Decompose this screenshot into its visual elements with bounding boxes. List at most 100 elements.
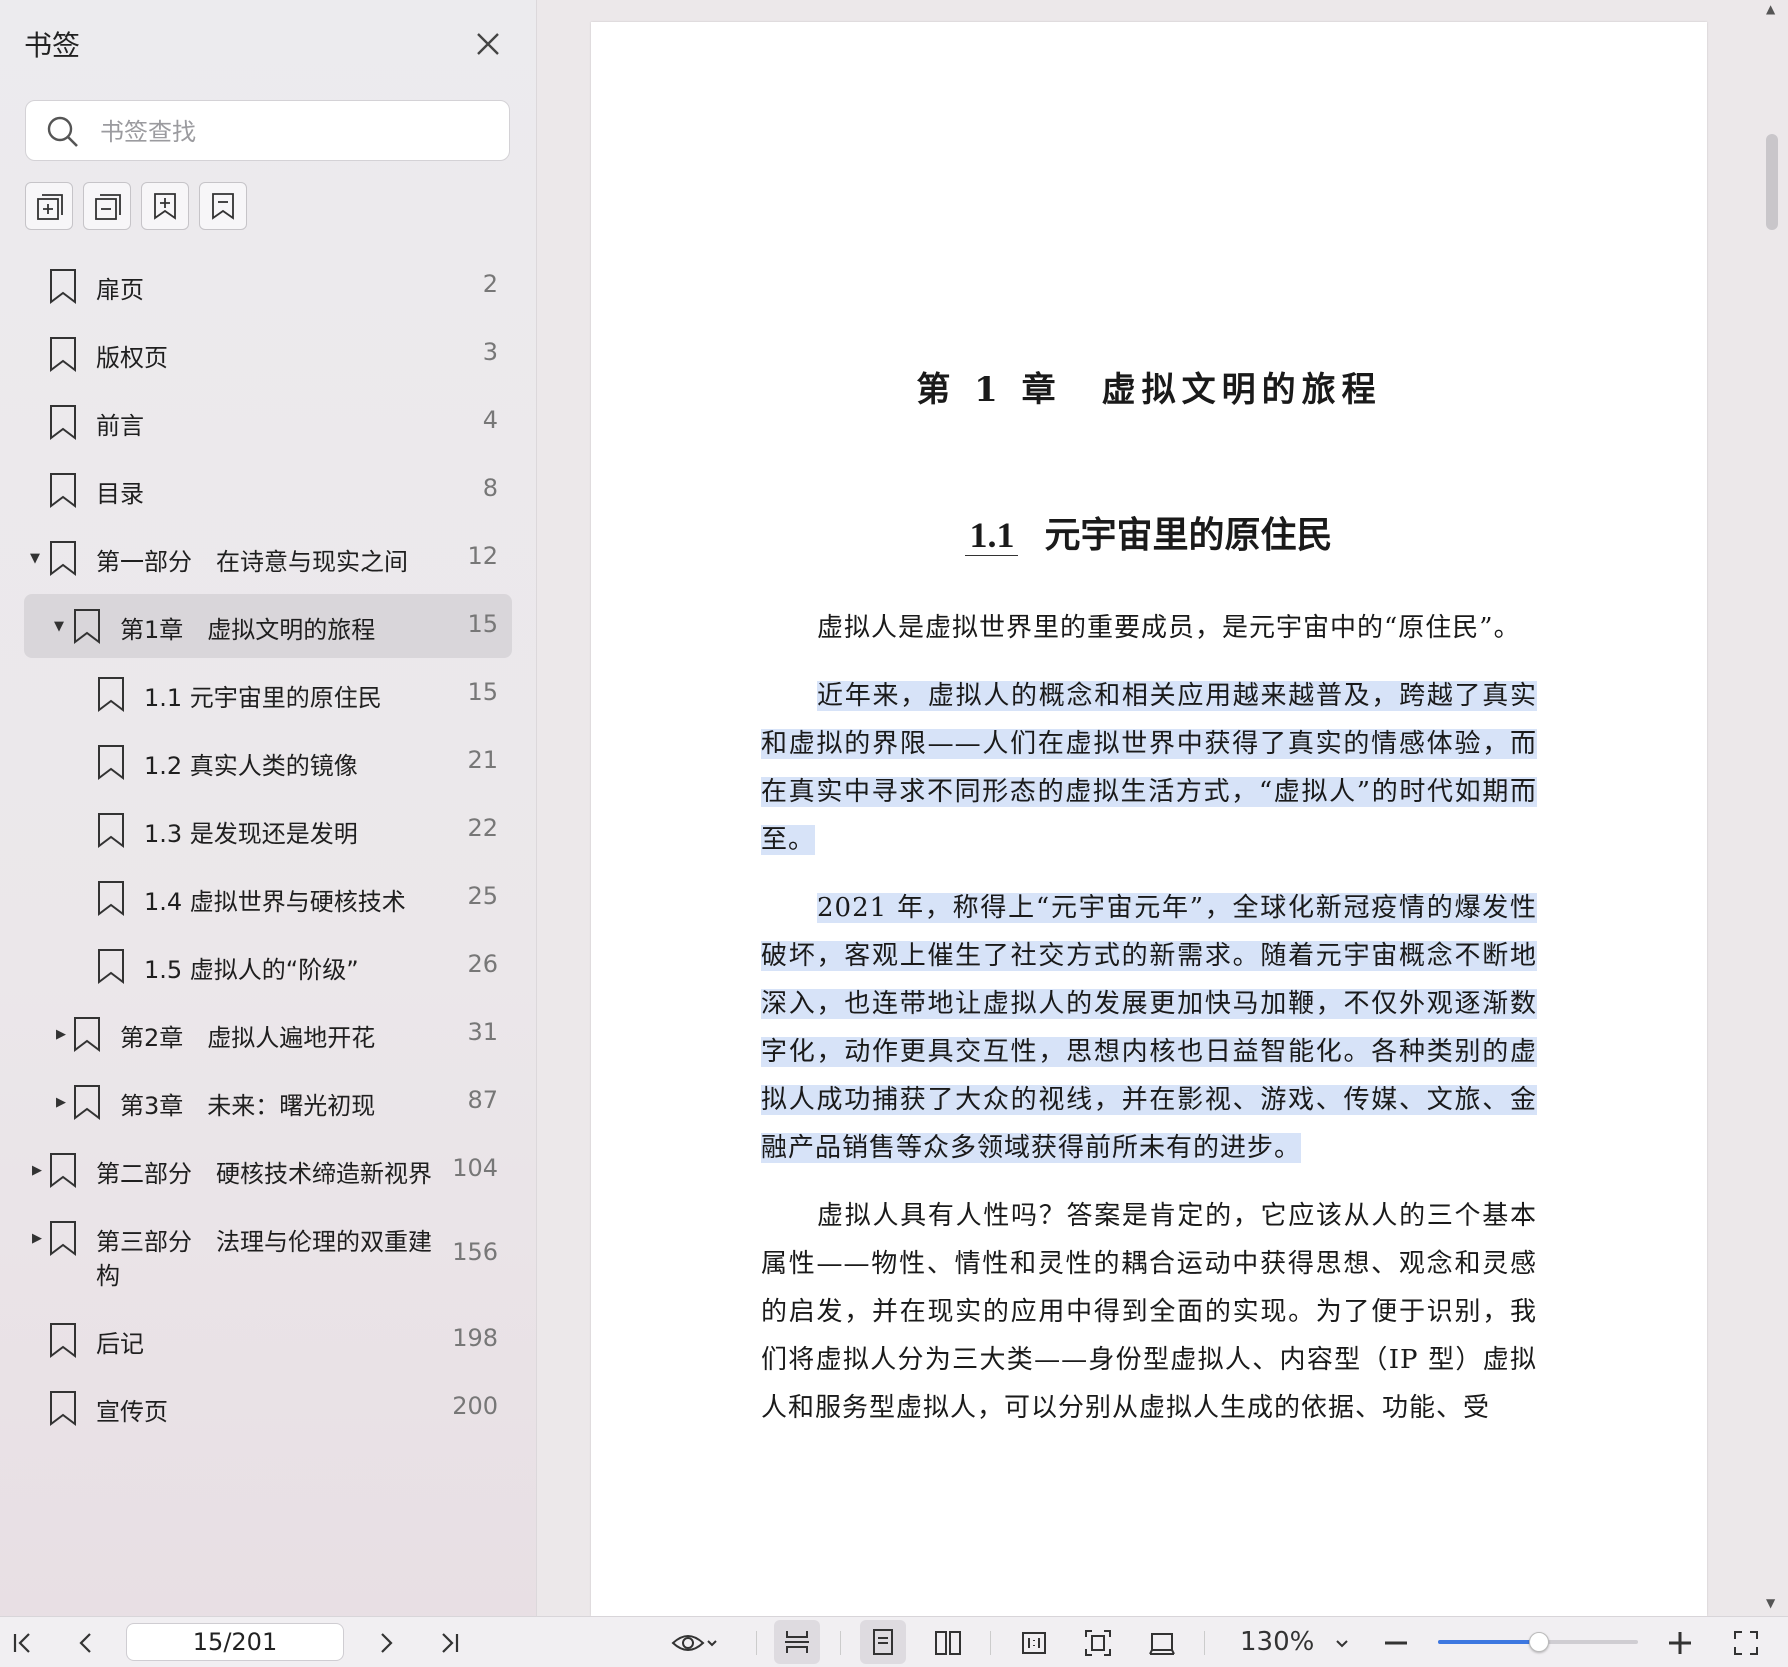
- last-page-icon: [442, 1633, 459, 1653]
- fullscreen-icon: [1734, 1631, 1758, 1655]
- bookmark-item-chapter1[interactable]: ▼ 第1章 虚拟文明的旅程 15: [0, 594, 536, 660]
- bookmark-item[interactable]: 宣传页 200: [0, 1378, 536, 1442]
- zoom-level: 130%: [1240, 1627, 1315, 1657]
- bookmark-label: 第一部分 在诗意与现实之间: [96, 548, 408, 576]
- collapse-all-icon: [95, 194, 121, 220]
- bookmark-label: 1.5 虚拟人的“阶级”: [144, 956, 359, 984]
- collapsed-arrow-icon[interactable]: ▶: [56, 1095, 70, 1110]
- expand-all-button[interactable]: [25, 182, 73, 230]
- bookmark-icon: [98, 881, 124, 916]
- paragraph[interactable]: 虚拟人具有人性吗？答案是肯定的，它应该从人的三个基本属性——物性、情性和灵性的耦…: [761, 1192, 1537, 1432]
- search-input[interactable]: [98, 109, 492, 155]
- bookmark-icon: [50, 405, 76, 440]
- document-viewport[interactable]: 第 1 章 虚拟文明的旅程 1.1 元宇宙里的原住民 虚拟人是虚拟世界里的重要成员…: [537, 0, 1788, 1616]
- bookmark-label: 宣传页: [96, 1398, 168, 1426]
- selected-text: 2021 年，称得上“元宇宙元年”，全球化新冠疫情的爆发性破坏，客观上催生了社交…: [761, 893, 1537, 1163]
- page-number-input[interactable]: [126, 1623, 344, 1661]
- fit-page-button[interactable]: [1080, 1625, 1116, 1661]
- zoom-out-button[interactable]: [1378, 1625, 1414, 1661]
- bookmark-item[interactable]: 1.4 虚拟世界与硬核技术 25: [0, 868, 536, 932]
- bookmark-item[interactable]: 扉页 2: [0, 256, 536, 320]
- previous-page-button[interactable]: [68, 1625, 104, 1661]
- search-icon: [46, 115, 80, 149]
- vertical-scrollbar[interactable]: ▲ ▼: [1758, 0, 1788, 1616]
- bookmark-toolbar: [25, 182, 247, 230]
- bookmark-label: 第二部分 硬核技术缔造新视界: [96, 1160, 432, 1188]
- expanded-arrow-icon[interactable]: ▼: [54, 619, 68, 634]
- bookmark-page: 104: [452, 1154, 498, 1182]
- bookmark-page-button[interactable]: [199, 182, 247, 230]
- fullscreen-button[interactable]: [1728, 1625, 1764, 1661]
- zoom-dropdown-button[interactable]: [1324, 1625, 1360, 1661]
- paragraph-text: 虚拟人是虚拟世界里的重要成员，是元宇宙中的“原住民”。: [817, 613, 1521, 643]
- bookmark-icon: [98, 813, 124, 848]
- bookmark-page: 25: [467, 882, 498, 910]
- bookmark-item-chapter3[interactable]: ▶ 第3章 未来：曙光初现 87: [0, 1072, 536, 1136]
- expanded-arrow-icon[interactable]: ▼: [30, 551, 44, 566]
- close-icon[interactable]: [470, 26, 506, 62]
- document-page[interactable]: 第 1 章 虚拟文明的旅程 1.1 元宇宙里的原住民 虚拟人是虚拟世界里的重要成员…: [591, 22, 1707, 1616]
- bookmark-page: 156: [452, 1238, 498, 1266]
- collapsed-arrow-icon[interactable]: ▶: [32, 1231, 46, 1246]
- zoom-slider-handle[interactable]: [1529, 1632, 1549, 1652]
- paragraph[interactable]: 虚拟人是虚拟世界里的重要成员，是元宇宙中的“原住民”。: [761, 604, 1537, 652]
- first-page-icon: [13, 1633, 30, 1653]
- bookmark-icon: [98, 677, 124, 712]
- first-page-button[interactable]: [4, 1625, 40, 1661]
- bookmark-icon: [50, 1391, 76, 1426]
- zoom-slider[interactable]: [1438, 1632, 1638, 1652]
- bookmark-page: 2: [482, 270, 498, 298]
- bookmark-item[interactable]: 1.2 真实人类的镜像 21: [0, 732, 536, 796]
- bookmark-label: 1.4 虚拟世界与硬核技术: [144, 888, 406, 916]
- chevron-left-icon: [79, 1633, 91, 1653]
- chevron-down-icon: [707, 1640, 717, 1647]
- bookmark-item[interactable]: 版权页 3: [0, 324, 536, 388]
- bookmark-item[interactable]: 1.3 是发现还是发明 22: [0, 800, 536, 864]
- bookmark-item[interactable]: 前言 4: [0, 392, 536, 456]
- selected-text: 近年来，虚拟人的概念和相关应用越来越普及，跨越了真实和虚拟的界限——人们在虚拟世…: [761, 681, 1537, 855]
- bookmark-item[interactable]: 目录 8: [0, 460, 536, 524]
- bookmark-item-chapter2[interactable]: ▶ 第2章 虚拟人遍地开花 31: [0, 1004, 536, 1068]
- bookmark-item-part3[interactable]: ▶ 第三部分 法理与伦理的双重建 构 156: [0, 1208, 536, 1304]
- view-mode-dropdown[interactable]: [664, 1625, 726, 1661]
- scroll-up-icon[interactable]: ▲: [1766, 2, 1775, 16]
- section-title: 1.1 元宇宙里的原住民: [591, 506, 1707, 558]
- single-page-button[interactable]: [860, 1620, 906, 1664]
- bookmark-item[interactable]: 1.1 元宇宙里的原住民 15: [0, 664, 536, 728]
- bookmark-item-part1[interactable]: ▼ 第一部分 在诗意与现实之间 12: [0, 528, 536, 592]
- add-bookmark-button[interactable]: [141, 182, 189, 230]
- bookmark-icon: [50, 1153, 76, 1188]
- actual-size-button[interactable]: [1016, 1625, 1052, 1661]
- zoom-in-button[interactable]: [1662, 1625, 1698, 1661]
- bookmark-icon: [50, 541, 76, 576]
- last-page-button[interactable]: [432, 1625, 468, 1661]
- paragraph-selected[interactable]: 近年来，虚拟人的概念和相关应用越来越普及，跨越了真实和虚拟的界限——人们在虚拟世…: [761, 672, 1537, 864]
- minus-icon: [1385, 1641, 1407, 1645]
- bookmark-label: 第1章 虚拟文明的旅程: [120, 616, 376, 644]
- plus-icon: [1669, 1632, 1691, 1654]
- paragraph-text: 虚拟人具有人性吗？答案是肯定的，它应该从人的三个基本属性——物性、情性和灵性的耦…: [761, 1201, 1537, 1423]
- bookmark-item-part2[interactable]: ▶ 第二部分 硬核技术缔造新视界 104: [0, 1140, 536, 1204]
- bookmark-icon: [50, 473, 76, 508]
- zoom-level-select[interactable]: 130%: [1240, 1627, 1314, 1657]
- two-page-button[interactable]: [930, 1625, 966, 1661]
- scrollbar-thumb[interactable]: [1766, 134, 1778, 230]
- bookmark-item[interactable]: 后记 198: [0, 1310, 536, 1374]
- rotate-page-button[interactable]: [1144, 1625, 1180, 1661]
- bookmark-label: 前言: [96, 412, 144, 440]
- collapsed-arrow-icon[interactable]: ▶: [56, 1027, 70, 1042]
- scroll-down-icon[interactable]: ▼: [1766, 1596, 1775, 1610]
- panel-title: 书签: [24, 29, 81, 62]
- fit-width-button[interactable]: [774, 1620, 820, 1664]
- collapse-all-button[interactable]: [83, 182, 131, 230]
- collapsed-arrow-icon[interactable]: ▶: [32, 1163, 46, 1178]
- bookmark-page: 87: [467, 1086, 498, 1114]
- bookmark-page: 4: [482, 406, 498, 434]
- bookmark-icon: [74, 609, 100, 644]
- paragraph-selected[interactable]: 2021 年，称得上“元宇宙元年”，全球化新冠疫情的爆发性破坏，客观上催生了社交…: [761, 884, 1537, 1172]
- bookmark-item[interactable]: 1.5 虚拟人的“阶级” 26: [0, 936, 536, 1000]
- bookmark-icon: [98, 949, 124, 984]
- bookmark-panel: 书签 扉页 2 版权页 3: [0, 0, 537, 1616]
- section-number: 1.1: [965, 515, 1019, 556]
- next-page-button[interactable]: [368, 1625, 404, 1661]
